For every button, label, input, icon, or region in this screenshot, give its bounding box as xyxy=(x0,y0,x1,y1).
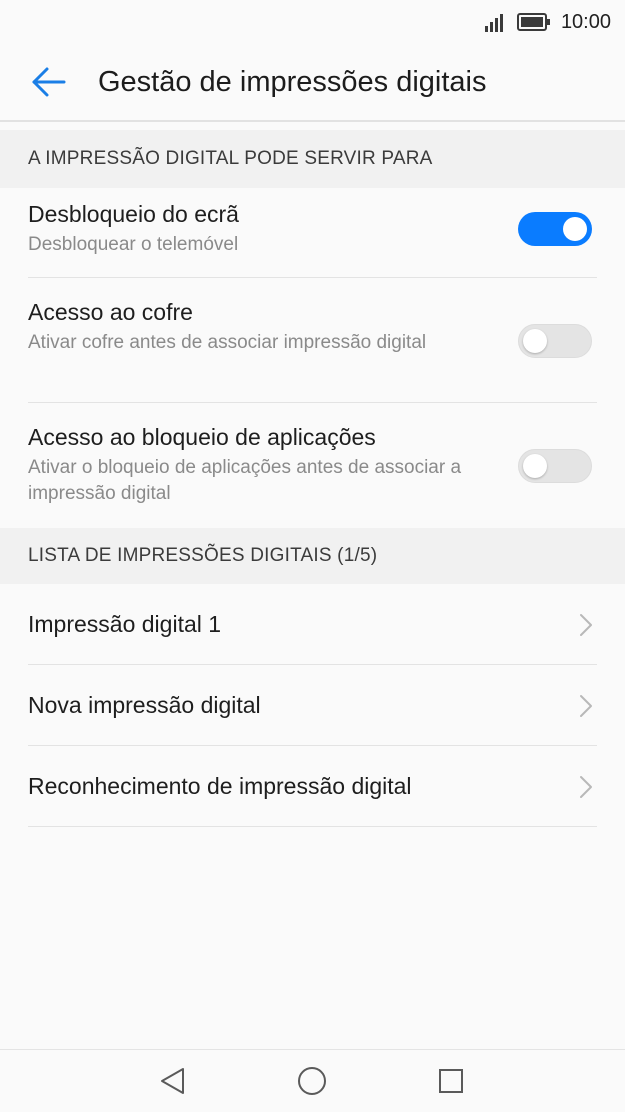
list-item-new-fingerprint[interactable]: Nova impressão digital xyxy=(0,665,625,746)
safe-access-switch[interactable] xyxy=(518,324,592,358)
row-title: Acesso ao cofre xyxy=(28,299,193,325)
list-item-label: Reconhecimento de impressão digital xyxy=(28,773,412,799)
list-item-fingerprint-1[interactable]: Impressão digital 1 xyxy=(0,584,625,665)
clock: 10:00 xyxy=(560,10,611,33)
status-bar: 10:00 xyxy=(0,0,625,44)
toggle-row-app-lock-access[interactable]: Acesso ao bloqueio de aplicações Ativar … xyxy=(0,403,625,527)
screen-unlock-switch[interactable] xyxy=(518,212,592,246)
switch-knob xyxy=(523,329,547,353)
list-item-fingerprint-recognition[interactable]: Reconhecimento de impressão digital xyxy=(0,746,625,827)
section-header-fingerprint-list: LISTA DE IMPRESSÕES DIGITAIS (1/5) xyxy=(0,528,625,584)
toggle-row-screen-unlock[interactable]: Desbloqueio do ecrã Desbloquear o telemó… xyxy=(0,188,625,278)
nav-home-button[interactable] xyxy=(295,1064,329,1098)
app-bar: Gestão de impressões digitais xyxy=(0,44,625,122)
navigation-bar xyxy=(0,1049,625,1112)
status-icons: 10:00 xyxy=(484,8,611,36)
divider xyxy=(28,826,597,827)
switch-knob xyxy=(563,217,587,241)
row-title: Desbloqueio do ecrã xyxy=(28,201,239,227)
toggle-row-safe-access[interactable]: Acesso ao cofre Ativar cofre antes de as… xyxy=(0,278,625,402)
nav-back-button[interactable] xyxy=(156,1064,190,1098)
arrow-left-icon xyxy=(32,67,66,97)
home-circle-icon xyxy=(298,1067,326,1095)
section-header-usage: A IMPRESSÃO DIGITAL PODE SERVIR PARA xyxy=(0,130,625,188)
chevron-right-icon xyxy=(580,775,592,798)
page-title: Gestão de impressões digitais xyxy=(98,66,487,98)
row-title: Acesso ao bloqueio de aplicações xyxy=(28,424,376,450)
row-subtitle: Ativar cofre antes de associar impressão… xyxy=(28,332,427,353)
row-subtitle: Desbloquear o telemóvel xyxy=(28,234,239,255)
back-triangle-icon xyxy=(161,1068,184,1094)
nav-recents-button[interactable] xyxy=(434,1064,468,1098)
row-subtitle: Ativar o bloqueio de aplicações antes de… xyxy=(28,457,462,504)
chevron-right-icon xyxy=(580,613,592,636)
list-item-label: Impressão digital 1 xyxy=(28,611,222,637)
list-item-label: Nova impressão digital xyxy=(28,692,261,718)
signal-icon xyxy=(484,14,503,32)
battery-icon xyxy=(516,13,550,31)
switch-knob xyxy=(523,454,547,478)
chevron-right-icon xyxy=(580,694,592,717)
back-button[interactable] xyxy=(28,62,68,102)
app-lock-access-switch[interactable] xyxy=(518,449,592,483)
recents-square-icon xyxy=(439,1069,463,1093)
